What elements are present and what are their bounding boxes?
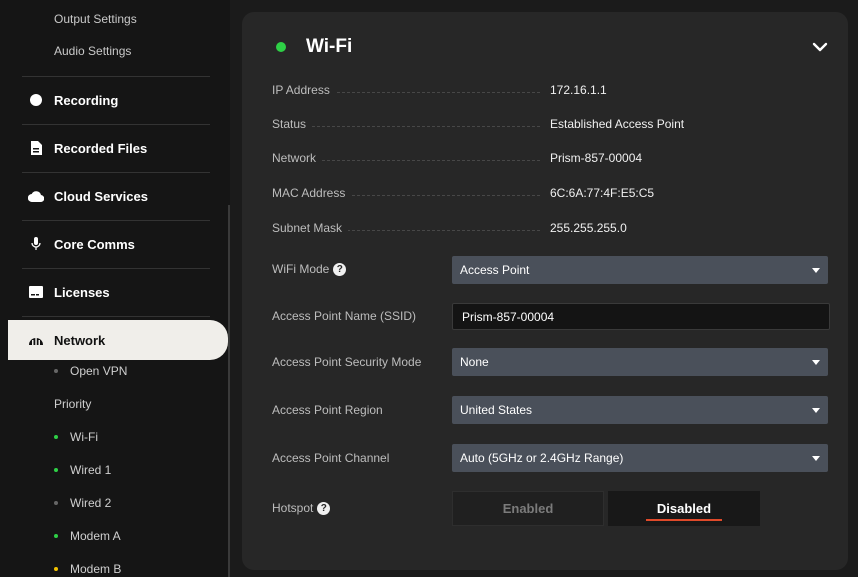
ssid-value: Prism-857-00004 (462, 310, 555, 324)
sidebar-divider (22, 124, 210, 125)
sidebar-divider (22, 76, 210, 77)
sidebar-subitem-label: Modem A (70, 529, 121, 543)
ssid-input[interactable]: Prism-857-00004 (452, 303, 830, 330)
security-mode-select[interactable]: None (452, 348, 828, 376)
status-dot (54, 534, 58, 538)
info-label: Status (272, 117, 313, 131)
dropdown-arrow-icon (812, 408, 820, 413)
sidebar-subitem-label: Wired 2 (70, 496, 112, 510)
wifi-status-dot (276, 42, 286, 52)
network-icon (28, 332, 44, 348)
info-row-mac-address: MAC Address 6C:6A:77:4F:E5:C5 (272, 186, 802, 204)
wifi-mode-value: Access Point (460, 263, 530, 277)
sidebar-subitem-wifi[interactable]: Wi-Fi (54, 430, 98, 444)
sidebar-subitem-wired-2[interactable]: Wired 2 (54, 496, 111, 510)
info-label: Network (272, 151, 323, 165)
sidebar-item-audio-settings[interactable]: Audio Settings (54, 44, 131, 58)
hotspot-label: Hotspot ? (272, 501, 331, 515)
sidebar-divider (22, 268, 210, 269)
region-value: United States (460, 403, 533, 417)
help-icon[interactable]: ? (333, 262, 347, 276)
sidebar-item-licenses[interactable]: Licenses (8, 272, 210, 312)
help-icon[interactable]: ? (317, 501, 331, 515)
info-value: 255.255.255.0 (550, 221, 627, 235)
info-row-subnet-mask: Subnet Mask 255.255.255.0 (272, 221, 802, 239)
hotspot-enabled-label: Enabled (502, 501, 554, 516)
dropdown-arrow-icon (812, 360, 820, 365)
microphone-icon (28, 236, 44, 252)
info-row-status: Status Established Access Point (272, 117, 802, 135)
sidebar-divider (22, 220, 210, 221)
sidebar-item-output-settings[interactable]: Output Settings (54, 12, 137, 26)
sidebar-item-label: Licenses (54, 284, 110, 300)
sidebar-priority-heading: Priority (54, 397, 92, 411)
chevron-down-icon[interactable] (811, 40, 829, 54)
info-row-network: Network Prism-857-00004 (272, 151, 802, 169)
region-select[interactable]: United States (452, 396, 828, 424)
sidebar-item-network[interactable]: Network (8, 320, 228, 360)
wifi-mode-select[interactable]: Access Point (452, 256, 828, 284)
sidebar-divider (22, 172, 210, 173)
sidebar-item-cloud-services[interactable]: Cloud Services (8, 176, 210, 216)
info-value: 172.16.1.1 (550, 83, 607, 97)
status-dot (54, 501, 58, 505)
sidebar-item-core-comms[interactable]: Core Comms (8, 224, 210, 264)
sidebar-item-label: Recorded Files (54, 140, 148, 156)
record-icon (28, 92, 44, 108)
hotspot-enabled-button[interactable]: Enabled (452, 491, 604, 526)
info-value: 6C:6A:77:4F:E5:C5 (550, 186, 655, 200)
security-mode-value: None (460, 355, 489, 369)
status-dot (54, 435, 58, 439)
dropdown-arrow-icon (812, 456, 820, 461)
selected-indicator (646, 519, 722, 521)
info-row-ip-address: IP Address 172.16.1.1 (272, 83, 802, 101)
file-icon (28, 140, 44, 156)
wifi-mode-label-text: WiFi Mode (272, 262, 330, 276)
license-icon (28, 284, 44, 300)
info-value: Prism-857-00004 (550, 151, 643, 165)
sidebar-item-label: Network (54, 332, 106, 348)
region-label: Access Point Region (272, 403, 383, 417)
channel-select[interactable]: Auto (5GHz or 2.4GHz Range) (452, 444, 828, 472)
sidebar-subitem-label: Open VPN (70, 364, 128, 378)
hotspot-disabled-label: Disabled (656, 501, 712, 516)
cloud-icon (28, 188, 44, 204)
sidebar-subitem-label: Wi-Fi (70, 430, 98, 444)
sidebar-item-label: Core Comms (54, 236, 135, 252)
sidebar-item-recorded-files[interactable]: Recorded Files (8, 128, 210, 168)
channel-label: Access Point Channel (272, 451, 390, 465)
ssid-label: Access Point Name (SSID) (272, 309, 417, 323)
info-label: IP Address (272, 83, 336, 97)
info-label: Subnet Mask (272, 221, 349, 235)
sidebar-item-recording[interactable]: Recording (8, 80, 210, 120)
sidebar: Output Settings Audio Settings Recording… (0, 0, 230, 577)
status-dot (54, 369, 58, 373)
info-label: MAC Address (272, 186, 352, 200)
hotspot-disabled-button[interactable]: Disabled (608, 491, 760, 526)
dropdown-arrow-icon (812, 268, 820, 273)
hotspot-label-text: Hotspot (272, 501, 314, 515)
sidebar-subitem-label: Modem B (70, 562, 122, 576)
sidebar-scrollbar[interactable] (228, 205, 230, 577)
info-value: Established Access Point (550, 117, 685, 131)
security-mode-label: Access Point Security Mode (272, 355, 422, 369)
sidebar-subitem-modem-b[interactable]: Modem B (54, 562, 121, 576)
sidebar-subitem-label: Wired 1 (70, 463, 112, 477)
sidebar-subitem-wired-1[interactable]: Wired 1 (54, 463, 111, 477)
status-dot (54, 468, 58, 472)
panel-title: Wi-Fi (306, 36, 353, 57)
sidebar-divider (22, 316, 210, 317)
sidebar-subitem-modem-a[interactable]: Modem A (54, 529, 121, 543)
channel-value: Auto (5GHz or 2.4GHz Range) (460, 451, 624, 465)
wifi-mode-label: WiFi Mode ? (272, 262, 347, 276)
status-dot (54, 567, 58, 571)
sidebar-subitem-open-vpn[interactable]: Open VPN (54, 364, 127, 378)
sidebar-item-label: Cloud Services (54, 188, 148, 204)
sidebar-item-label: Recording (54, 92, 119, 108)
